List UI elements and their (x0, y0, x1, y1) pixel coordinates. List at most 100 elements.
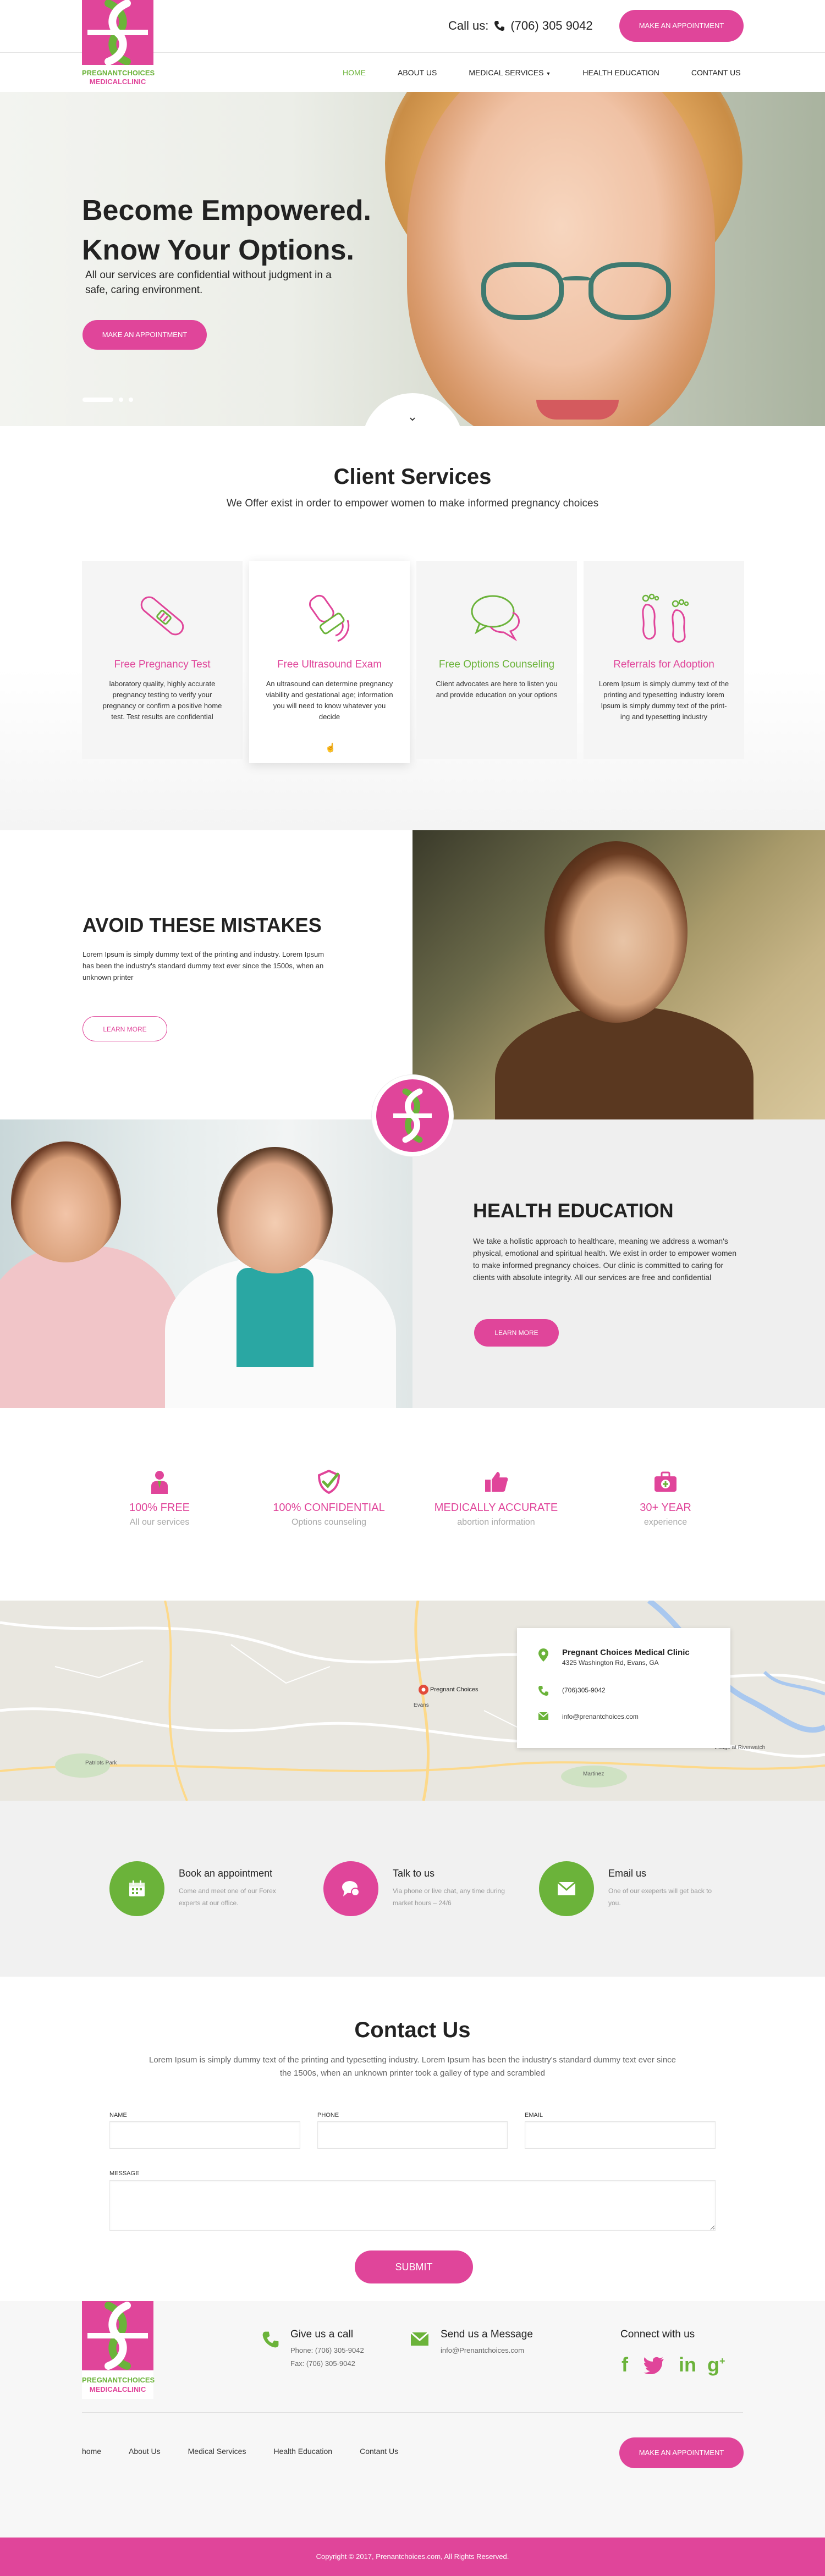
email-field[interactable] (525, 2121, 716, 2149)
logo-ribbon-icon (82, 2301, 153, 2370)
facebook-icon[interactable]: f (622, 2353, 628, 2376)
logo-line-1: PREGNANTCHOICES (82, 2376, 155, 2384)
contact-form-section: Contact Us Lorem Ipsum is simply dummy t… (0, 1977, 825, 2301)
copyright-bar: Copyright © 2017, Prenantchoices.com, Al… (0, 2538, 825, 2576)
contact-option-book[interactable]: Book an appointment Come and meet one of… (109, 1861, 294, 1916)
nav-item-medical-services-label: MEDICAL SERVICES (469, 68, 544, 77)
map-label-evans: Evans (414, 1702, 429, 1708)
phone-icon (262, 2331, 279, 2370)
feature-experience: 30+ YEAR experience (600, 1469, 732, 1527)
footer-phone[interactable]: Phone: (706) 305-9042 (290, 2344, 364, 2357)
logo-line-2: MEDICALCLINIC (89, 2385, 146, 2393)
nav-item-home[interactable]: HOME (343, 53, 366, 92)
hero-glasses-left (481, 262, 564, 320)
contact-option-email[interactable]: Email us One of our exeperts will get ba… (539, 1861, 724, 1916)
service-cards: Free Pregnancy Test laboratory quality, … (82, 561, 744, 763)
map-pin-label: Pregnant Choices (430, 1686, 479, 1693)
slider-dot-3[interactable] (129, 398, 133, 402)
service-card-text: An ultrasound can determine pregnancy vi… (266, 680, 393, 721)
footer-appointment-button[interactable]: MAKE AN APPOINTMENT (619, 2437, 744, 2468)
map-label-patriots-park: Patriots Park (85, 1760, 117, 1766)
footer-call: Give us a call Phone: (706) 305-9042 Fax… (262, 2329, 364, 2370)
call-us: Call us: (706) 305 9042 (448, 19, 593, 33)
health-education-section: HEALTH EDUCATION We take a holistic appr… (0, 1119, 825, 1408)
phone-field[interactable] (317, 2121, 508, 2149)
hero-appointment-button[interactable]: MAKE AN APPOINTMENT (82, 320, 207, 350)
name-field[interactable] (109, 2121, 300, 2149)
google-plus-icon[interactable]: g+ (707, 2353, 725, 2376)
site-header: PREGNANTCHOICES MEDICALCLINIC Call us: (… (0, 0, 825, 92)
contact-option-title: Book an appointment (179, 1868, 273, 1879)
hero-title-line-2: Know Your Options. (82, 234, 354, 266)
footer-message-title: Send us a Message (441, 2329, 533, 2340)
service-card-pregnancy-test[interactable]: Free Pregnancy Test laboratory quality, … (82, 561, 243, 759)
doctor-patient-photo (0, 1119, 413, 1408)
footer-link-about-us[interactable]: About Us (129, 2447, 161, 2456)
feature-free: 100% FREE All our services (94, 1469, 226, 1527)
services-subtitle: We Offer exist in order to empower women… (226, 498, 599, 509)
header-appointment-button[interactable]: MAKE AN APPOINTMENT (619, 10, 744, 42)
health-learn-more-button[interactable]: LEARN MORE (474, 1319, 559, 1347)
service-card-title: Free Pregnancy Test (114, 659, 211, 670)
nav-menu: HOME ABOUT US MEDICAL SERVICES ▼ HEALTH E… (343, 53, 741, 92)
caret-down-icon: ▼ (546, 71, 551, 76)
photo-head (544, 841, 688, 1023)
info-clinic-name: Pregnant Choices Medical Clinic (562, 1648, 690, 1657)
slider-dot-2[interactable] (119, 398, 123, 402)
badge-ribbon-icon (376, 1079, 449, 1152)
message-field[interactable] (109, 2180, 716, 2231)
nav-item-contact-us[interactable]: CONTANT US (691, 53, 741, 92)
hero-woman-photo (407, 92, 715, 426)
services-title: Client Services (333, 465, 492, 489)
service-card-text: Client advocates are here to listen you … (436, 680, 558, 699)
avoid-learn-more-button[interactable]: LEARN MORE (82, 1016, 167, 1041)
contact-option-talk[interactable]: Talk to us Via phone or live chat, any t… (323, 1861, 508, 1916)
chat-bubbles-icon (416, 561, 577, 643)
message-label: MESSAGE (109, 2170, 140, 2177)
site-logo[interactable]: PREGNANTCHOICES MEDICALCLINIC (82, 0, 155, 91)
twitter-icon[interactable] (644, 2353, 664, 2379)
shield-check-icon (263, 1469, 395, 1495)
header-phone-number[interactable]: (706) 305 9042 (510, 19, 592, 33)
info-address: 4325 Washington Rd, Evans, GA (562, 1659, 659, 1667)
logo-wordmark: PREGNANTCHOICES MEDICALCLINIC (82, 2370, 155, 2399)
footer-link-medical-services[interactable]: Medical Services (188, 2447, 246, 2456)
nav-item-health-education[interactable]: HEALTH EDUCATION (582, 53, 659, 92)
footer-link-home[interactable]: home (82, 2447, 101, 2456)
nav-item-about-us[interactable]: ABOUT US (398, 53, 437, 92)
footer-link-health-education[interactable]: Health Education (273, 2447, 332, 2456)
hero-glasses-bridge (562, 276, 591, 282)
email-label: EMAIL (525, 2112, 543, 2119)
hero-title: Become Empowered. Know Your Options. (82, 191, 445, 270)
info-email[interactable]: info@prenantchoices.com (562, 1712, 639, 1722)
footer-link-contact-us[interactable]: Contant Us (360, 2447, 398, 2456)
footprints-icon (584, 561, 744, 643)
logo-wordmark: PREGNANTCHOICES MEDICALCLINIC (82, 65, 155, 91)
slider-dots (82, 398, 133, 402)
service-card-options-counseling[interactable]: Free Options Counseling Client advocates… (416, 561, 577, 759)
feature-title: 30+ YEAR (640, 1502, 691, 1514)
linkedin-icon[interactable]: in (679, 2353, 696, 2376)
info-address-row: Pregnant Choices Medical Clinic 4325 Was… (538, 1648, 690, 1668)
hero-subtitle: All our services are confidential withou… (85, 269, 332, 296)
contact-subtitle: Lorem Ipsum is simply dummy text of the … (148, 2055, 676, 2078)
client-services-section: Client Services We Offer exist in order … (0, 426, 825, 830)
feature-subtitle: experience (644, 1518, 688, 1527)
avoid-woman-photo (413, 830, 825, 1119)
envelope-icon (410, 2331, 430, 2357)
footer-message: Send us a Message info@Prenantchoices.co… (410, 2329, 533, 2357)
slider-dot-1[interactable] (82, 398, 113, 402)
pregnancy-test-icon (82, 561, 243, 643)
photo-doctor-head (217, 1147, 333, 1273)
location-map[interactable]: Pregnant Choices Evans Martinez Patriots… (0, 1601, 825, 1801)
footer-email[interactable]: info@Prenantchoices.com (441, 2344, 533, 2357)
service-card-ultrasound[interactable]: Free Ultrasound Exam An ultrasound can d… (249, 561, 410, 763)
health-title: HEALTH EDUCATION (473, 1199, 674, 1222)
footer-call-title: Give us a call (290, 2329, 354, 2340)
service-card-adoption[interactable]: Referrals for Adoption Lorem Ipsum is si… (584, 561, 744, 759)
nav-item-medical-services[interactable]: MEDICAL SERVICES ▼ (469, 53, 551, 92)
info-phone[interactable]: (706)305-9042 (562, 1685, 606, 1695)
submit-button[interactable]: SUBMIT (355, 2250, 473, 2283)
footer-logo[interactable]: PREGNANTCHOICES MEDICALCLINIC (82, 2301, 155, 2399)
envelope-icon (538, 1712, 549, 1723)
